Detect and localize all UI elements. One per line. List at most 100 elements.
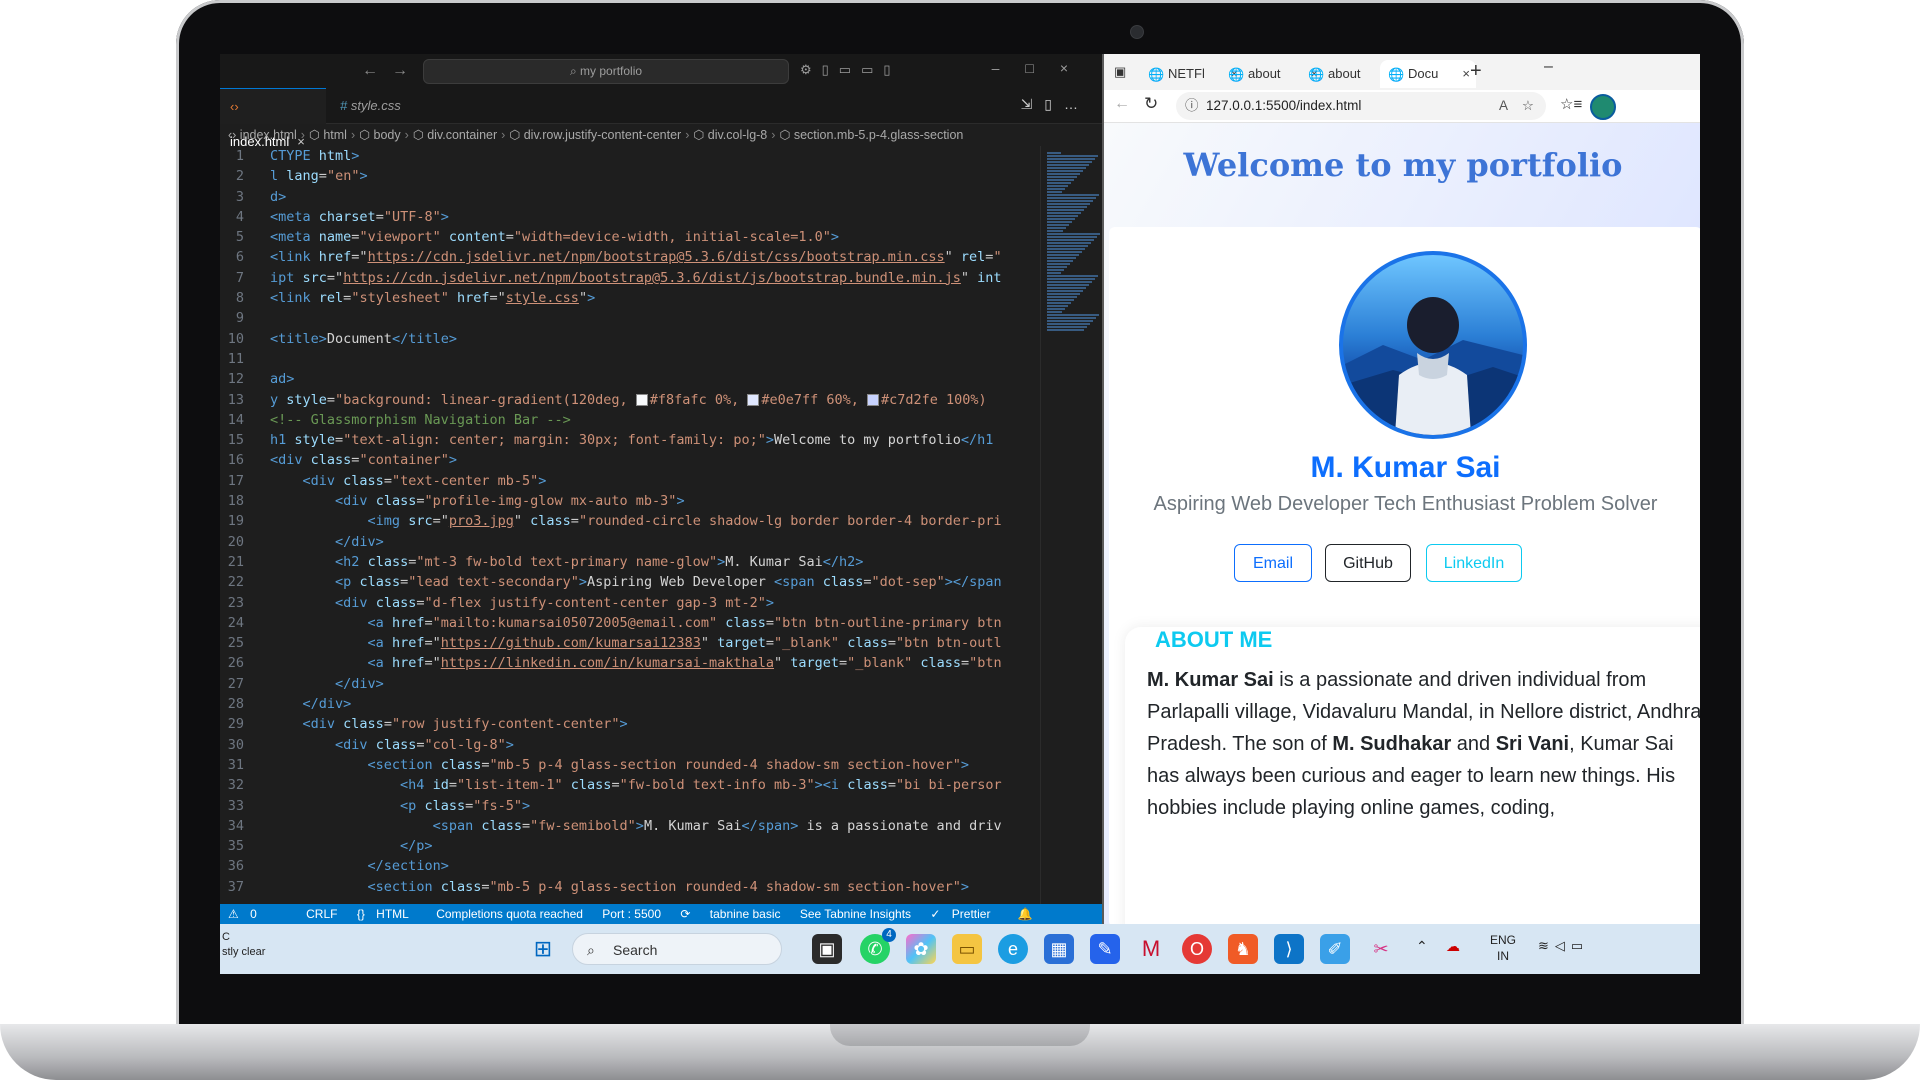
code-line[interactable]: 1 CTYPE html> [220, 146, 1030, 166]
breadcrumb-item[interactable]: ⬡ section.mb-5.p-4.glass-section [779, 128, 963, 142]
input-language[interactable]: ENG IN [1490, 932, 1516, 964]
refresh-icon[interactable]: ↻ [1144, 94, 1158, 114]
snipping-tool-icon[interactable]: ✂ [1366, 934, 1396, 964]
vscode-icon[interactable]: ⟩ [1274, 934, 1304, 964]
breadcrumb-item[interactable]: ⬡ html [309, 128, 347, 142]
tabnine-status[interactable]: tabnine basic [710, 907, 781, 921]
windows-start-icon[interactable]: ⊞ [528, 934, 558, 964]
brave-icon[interactable]: ♞ [1228, 934, 1258, 964]
editor-actions[interactable]: ⇲▯… [1021, 96, 1090, 113]
site-info-icon[interactable]: ⓘ [1185, 92, 1199, 120]
nav-arrows-icon[interactable]: ←→ [362, 62, 422, 80]
code-line[interactable]: 32 <h4 id="list-item-1" class="fw-bold t… [220, 775, 1030, 795]
code-line[interactable]: 19 <img src="pro3.jpg" class="rounded-ci… [220, 511, 1030, 531]
code-line[interactable]: 16 <div class="container"> [220, 450, 1030, 470]
code-line[interactable]: 36 </section> [220, 856, 1030, 876]
tab-index-html[interactable]: ‹› index.html × [220, 88, 326, 149]
code-line[interactable]: 12 ad> [220, 369, 1030, 389]
email-button[interactable]: Email [1234, 544, 1312, 582]
tab-style-css[interactable]: # style.css [330, 88, 411, 123]
line-number: 29 [227, 716, 244, 733]
code-line[interactable]: 25 <a href="https://github.com/kumarsai1… [220, 633, 1030, 653]
back-icon[interactable]: ← [1114, 95, 1130, 113]
code-line[interactable]: 17 <div class="text-center mb-5"> [220, 471, 1030, 491]
profile-avatar[interactable] [1590, 94, 1616, 120]
github-button[interactable]: GitHub [1325, 544, 1411, 582]
code-line[interactable]: 18 <div class="profile-img-glow mx-auto … [220, 491, 1030, 511]
wifi-volume-battery-icons[interactable]: ≋◁▭ [1538, 938, 1589, 954]
new-tab-button[interactable]: + [1470, 60, 1482, 83]
language-indicator[interactable]: {} HTML [357, 907, 417, 921]
minimap[interactable] [1040, 146, 1103, 906]
close-icon[interactable]: × [1462, 60, 1470, 88]
code-line[interactable]: 6 <link href="https://cdn.jsdelivr.net/np… [220, 247, 1030, 267]
problems-indicator[interactable]: ⚠ 0 [228, 907, 265, 921]
task-view-icon[interactable]: ▣ [812, 934, 842, 964]
sync-icon[interactable]: ⟳ [680, 907, 690, 921]
code-editor[interactable]: 1 CTYPE html> 2 l lang="en"> 3 d> 4 <meta chars… [220, 146, 1030, 906]
code-line[interactable]: 14 <!-- Glassmorphism Navigation Bar --> [220, 410, 1030, 430]
read-aloud-icon[interactable]: A [1499, 92, 1508, 120]
code-line[interactable]: 22 <p class="lead text-secondary">Aspiri… [220, 572, 1030, 592]
code-line[interactable]: 8 <link rel="stylesheet" href="style.css"… [220, 288, 1030, 308]
store-icon[interactable]: ▦ [1044, 934, 1074, 964]
code-line[interactable]: 5 <meta name="viewport" content="width=de… [220, 227, 1030, 247]
layout-icons[interactable]: ⚙▯▭▭▯ [800, 62, 901, 78]
command-center-search[interactable]: ⌕ my portfolio [423, 59, 789, 84]
code-line[interactable]: 35 </p> [220, 836, 1030, 856]
code-line[interactable]: 21 <h2 class="mt-3 fw-bold text-primary … [220, 552, 1030, 572]
tabnine-insights[interactable]: See Tabnine Insights [800, 907, 911, 921]
code-line[interactable]: 3 d> [220, 187, 1030, 207]
code-line[interactable]: 2 l lang="en"> [220, 166, 1030, 186]
breadcrumb-item[interactable]: ⬡ div.row.justify-content-center [509, 128, 681, 142]
code-line[interactable]: 27 </div> [220, 674, 1030, 694]
code-line[interactable]: 28 </div> [220, 694, 1030, 714]
linkedin-button[interactable]: LinkedIn [1426, 544, 1522, 582]
favorite-star-icon[interactable]: ☆ [1522, 92, 1534, 120]
browser-tab-document[interactable]: 🌐 Docu × [1380, 60, 1476, 88]
paint-icon[interactable]: ✐ [1320, 934, 1350, 964]
breadcrumb-item[interactable]: ⬡ body [359, 128, 401, 142]
breadcrumb-item[interactable]: ⬡ div.container [413, 128, 497, 142]
code-line[interactable]: 7 ipt src="https://cdn.jsdelivr.net/npm/b… [220, 268, 1030, 288]
code-line[interactable]: 10 <title>Document</title> [220, 329, 1030, 349]
address-bar[interactable]: ⓘ 127.0.0.1:5500/index.html A ☆ [1176, 92, 1546, 120]
code-line[interactable]: 9 [220, 308, 1030, 328]
taskbar-search[interactable]: ⌕ Search [572, 933, 782, 965]
code-line[interactable]: 15 h1 style="text-align: center; margin: … [220, 430, 1030, 450]
code-line[interactable]: 24 <a href="mailto:kumarsai05072005@emai… [220, 613, 1030, 633]
weather-widget[interactable]: Cstly clear [222, 930, 265, 960]
edge-browser-icon[interactable]: e [998, 934, 1028, 964]
eol-indicator[interactable]: CRLF [306, 907, 337, 921]
code-line[interactable]: 34 <span class="fw-semibold">M. Kumar Sa… [220, 816, 1030, 836]
bell-icon[interactable]: 🔔 [1018, 907, 1033, 921]
code-line[interactable]: 11 [220, 349, 1030, 369]
mail-app-icon[interactable]: ✎ [1090, 934, 1120, 964]
copilot-status[interactable]: Completions quota reached [436, 907, 583, 921]
show-hidden-icons[interactable]: ⌃ [1416, 938, 1428, 955]
code-line[interactable]: 26 <a href="https://linkedin.com/in/kuma… [220, 653, 1030, 673]
code-line[interactable]: 37 <section class="mb-5 p-4 glass-sectio… [220, 877, 1030, 897]
favorites-icon[interactable]: ☆≡ [1560, 95, 1582, 113]
breadcrumb-item[interactable]: ‹› index.html [228, 128, 297, 142]
whatsapp-icon[interactable]: ✆ 4 [860, 928, 896, 964]
code-line[interactable]: 20 </div> [220, 532, 1030, 552]
code-line[interactable]: 23 <div class="d-flex justify-content-ce… [220, 593, 1030, 613]
code-line[interactable]: 33 <p class="fs-5"> [220, 796, 1030, 816]
code-line[interactable]: 4 <meta charset="UTF-8"> [220, 207, 1030, 227]
window-controls[interactable]: –□× [992, 60, 1094, 76]
code-line[interactable]: 13 y style="background: linear-gradient(1… [220, 390, 1030, 410]
file-explorer-icon[interactable]: ▭ [952, 934, 982, 964]
breadcrumb-item[interactable]: ⬡ div.col-lg-8 [693, 128, 767, 142]
prettier-status[interactable]: ✓ Prettier [930, 907, 998, 921]
minimize-button[interactable]: – [1544, 58, 1553, 76]
tab-actions-icon[interactable]: ▣ [1114, 64, 1126, 80]
onedrive-icon[interactable]: ☁ [1446, 938, 1460, 955]
code-line[interactable]: 29 <div class="row justify-content-cente… [220, 714, 1030, 734]
code-line[interactable]: 30 <div class="col-lg-8"> [220, 735, 1030, 755]
code-line[interactable]: 31 <section class="mb-5 p-4 glass-sectio… [220, 755, 1030, 775]
opera-icon[interactable]: O [1182, 934, 1212, 964]
mcafee-icon[interactable]: M [1136, 934, 1166, 964]
live-server-port[interactable]: Port : 5500 [602, 907, 661, 921]
copilot-icon[interactable]: ✿ [906, 934, 936, 964]
